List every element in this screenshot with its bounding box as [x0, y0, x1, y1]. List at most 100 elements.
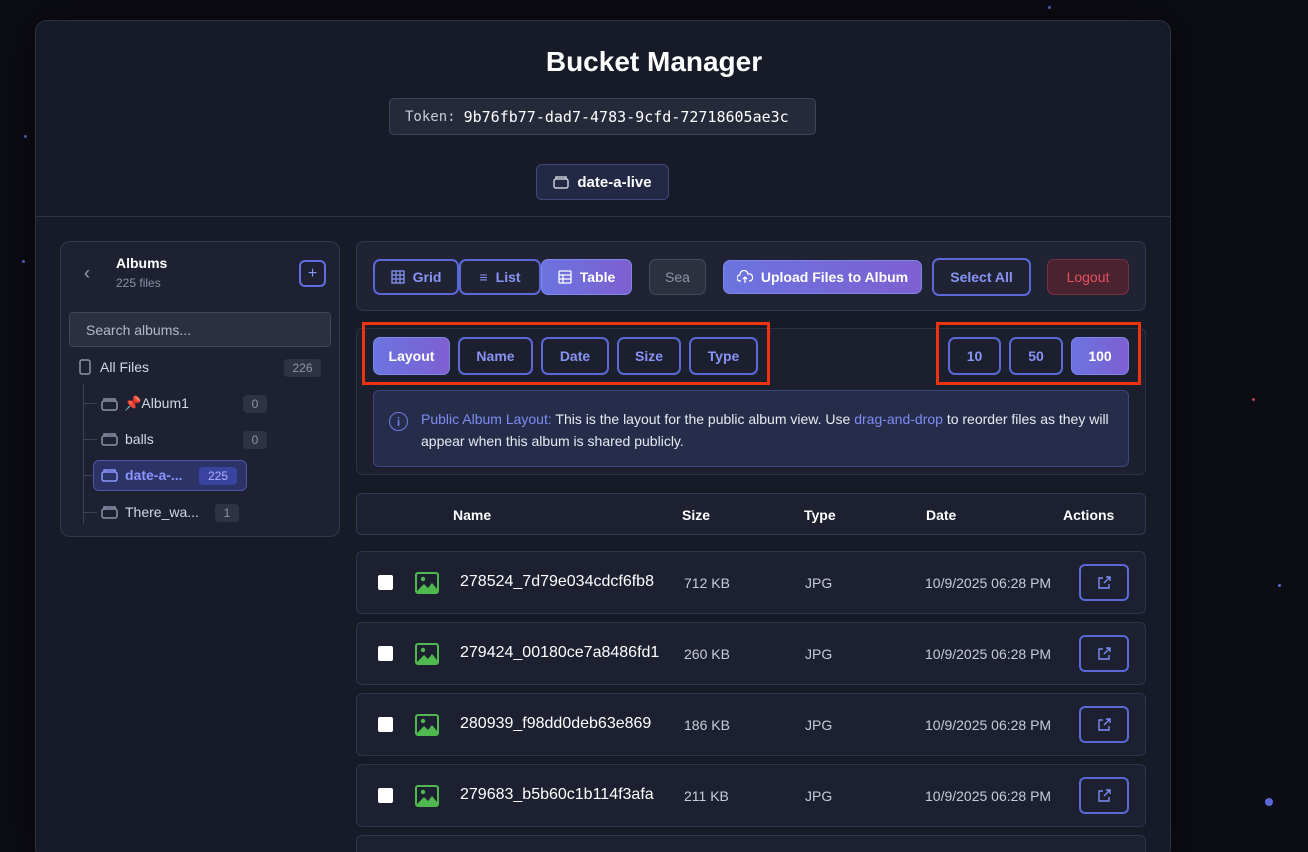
grid-icon — [390, 270, 405, 284]
album-count: 225 — [199, 467, 237, 485]
file-size: 712 KB — [684, 575, 730, 591]
table-row[interactable] — [356, 835, 1146, 852]
row-checkbox[interactable] — [378, 575, 393, 590]
sidebar-item-album1[interactable]: 📌Album1 — [101, 395, 189, 412]
image-icon — [415, 572, 439, 594]
file-size: 211 KB — [684, 788, 729, 804]
folder-icon — [553, 176, 570, 189]
image-icon — [415, 714, 439, 736]
open-external-button[interactable] — [1079, 777, 1129, 814]
token-label: Token: — [405, 108, 456, 125]
file-date: 10/9/2025 06:28 PM — [925, 575, 1052, 591]
image-icon — [415, 643, 439, 665]
cloud-upload-icon — [736, 270, 753, 283]
folder-icon — [101, 506, 118, 519]
table-view-button[interactable]: Table — [541, 259, 632, 295]
highlight-box-sort — [362, 322, 770, 385]
file-search-input[interactable]: Sea — [649, 259, 706, 295]
bucket-name: date-a-live — [577, 173, 652, 191]
col-date[interactable]: Date — [926, 507, 956, 523]
list-view-label: List — [495, 269, 521, 285]
plus-icon: + — [307, 264, 318, 282]
file-date: 10/9/2025 06:28 PM — [925, 788, 1052, 804]
file-size: 260 KB — [684, 646, 730, 662]
bucket-selector-button[interactable]: date-a-live — [536, 164, 669, 200]
background-star — [1048, 6, 1051, 9]
table-row[interactable]: 280939_f98dd0deb63e869 186 KB JPG 10/9/2… — [356, 693, 1146, 756]
folder-icon — [101, 397, 118, 411]
select-all-button[interactable]: Select All — [932, 258, 1031, 296]
file-date: 10/9/2025 06:28 PM — [925, 646, 1052, 662]
background-star — [1278, 584, 1281, 587]
sidebar-item-label: There_wa... — [125, 504, 199, 520]
tree-connector — [83, 403, 97, 404]
row-checkbox[interactable] — [378, 646, 393, 661]
image-icon — [415, 785, 439, 807]
file-size: 186 KB — [684, 717, 730, 733]
sidebar-title: Albums — [116, 255, 168, 271]
row-checkbox[interactable] — [378, 717, 393, 732]
open-external-button[interactable] — [1079, 635, 1129, 672]
file-type: JPG — [805, 788, 833, 804]
grid-view-label: Grid — [412, 269, 442, 285]
open-external-button[interactable] — [1079, 564, 1129, 601]
col-name[interactable]: Name — [453, 507, 491, 523]
all-files-count: 226 — [284, 359, 321, 377]
table-view-label: Table — [579, 269, 616, 285]
background-star — [22, 260, 25, 263]
background-star — [1252, 398, 1255, 401]
col-actions: Actions — [1063, 507, 1115, 523]
albums-sidebar — [60, 241, 340, 537]
file-date: 10/9/2025 06:28 PM — [925, 717, 1052, 733]
background-star — [1265, 798, 1273, 806]
file-type: JPG — [805, 575, 833, 591]
page-title: Bucket Manager — [545, 46, 763, 77]
add-album-button[interactable]: + — [299, 260, 326, 287]
sidebar-item-label: balls — [125, 431, 154, 447]
grid-view-button[interactable]: Grid — [373, 259, 459, 295]
info-banner-text: Public Album Layout: This is the layout … — [421, 408, 1121, 452]
file-type: JPG — [805, 646, 833, 662]
album-count: 0 — [243, 395, 267, 413]
external-link-icon — [1097, 576, 1111, 589]
col-type[interactable]: Type — [804, 507, 836, 523]
folder-icon — [101, 469, 118, 482]
folder-icon — [101, 433, 118, 446]
info-icon: i — [389, 412, 408, 431]
row-checkbox[interactable] — [378, 788, 393, 803]
col-size[interactable]: Size — [682, 507, 710, 523]
info-text-part: This is the layout for the public album … — [551, 411, 855, 427]
info-link: drag-and-drop — [854, 411, 943, 427]
upload-files-button[interactable]: Upload Files to Album — [723, 260, 922, 294]
file-name: 279424_00180ce7a8486fd1 — [460, 644, 660, 661]
list-view-button[interactable]: ≡ List — [459, 259, 541, 295]
token-value: 9b76fb77-dad7-4783-9cfd-72718605ae3c — [463, 107, 789, 126]
sidebar-item-there-wa[interactable]: There_wa... — [101, 504, 199, 520]
sidebar-item-label: All Files — [100, 359, 150, 375]
album-count: 0 — [243, 431, 267, 449]
logout-button[interactable]: Logout — [1047, 259, 1129, 295]
tree-connector — [83, 384, 84, 524]
sidebar-item-balls[interactable]: balls — [101, 431, 154, 447]
table-row[interactable]: 279424_00180ce7a8486fd1 260 KB JPG 10/9/… — [356, 622, 1146, 685]
sidebar-item-date-a-live-label[interactable]: date-a-... — [101, 467, 183, 483]
files-icon — [79, 359, 91, 375]
album-count: 1 — [215, 504, 239, 522]
highlight-box-page-size — [936, 322, 1141, 385]
table-row[interactable]: 279683_b5b60c1b114f3afa 211 KB JPG 10/9/… — [356, 764, 1146, 827]
external-link-icon — [1097, 789, 1111, 802]
background-star — [24, 135, 27, 138]
album-search-input[interactable] — [69, 312, 331, 347]
header-divider — [36, 216, 1170, 217]
table-row[interactable]: 278524_7d79e034cdcf6fb8 712 KB JPG 10/9/… — [356, 551, 1146, 614]
file-name: 280939_f98dd0deb63e869 — [460, 715, 652, 732]
chevron-left-icon[interactable]: ‹ — [84, 263, 90, 284]
sidebar-item-all-files[interactable]: All Files — [78, 359, 149, 375]
sidebar-item-label: date-a-... — [125, 467, 183, 483]
list-icon: ≡ — [479, 269, 488, 285]
open-external-button[interactable] — [1079, 706, 1129, 743]
tree-connector — [83, 439, 97, 440]
tree-connector — [83, 512, 97, 513]
file-name: 279683_b5b60c1b114f3afa — [460, 786, 654, 803]
table-icon — [558, 270, 572, 284]
